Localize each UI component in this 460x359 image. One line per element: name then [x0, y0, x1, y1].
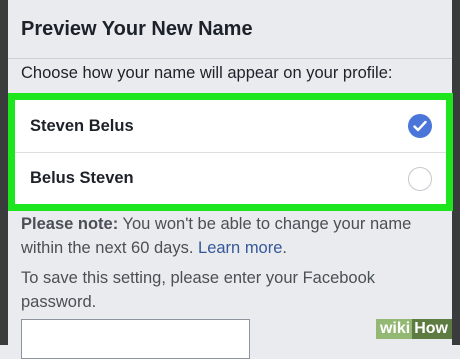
name-preview-panel: Preview Your New Name Choose how your na… [8, 0, 453, 359]
empty-radio-icon[interactable] [408, 166, 432, 191]
wikihow-watermark: wiki How [375, 319, 452, 339]
left-edge [0, 0, 8, 345]
name-change-note: Please note: You won't be able to change… [21, 212, 441, 260]
name-options-highlight: Steven Belus Belus Steven [8, 93, 453, 211]
watermark-how: How [412, 319, 452, 339]
learn-more-link[interactable]: Learn more [198, 239, 282, 257]
name-option-label: Belus Steven [30, 169, 134, 187]
name-option-steven-belus[interactable]: Steven Belus [15, 100, 446, 152]
password-field[interactable] [21, 319, 250, 359]
note-suffix: . [282, 239, 288, 257]
watermark-wiki: wiki [375, 319, 413, 339]
name-option-belus-steven[interactable]: Belus Steven [15, 152, 446, 204]
save-instructions: To save this setting, please enter your … [21, 269, 376, 311]
checkmark-radio-icon[interactable] [408, 114, 432, 138]
page-title: Preview Your New Name [21, 17, 253, 40]
name-prompt: Choose how your name will appear on your… [21, 64, 393, 82]
panel-header: Preview Your New Name [8, 0, 452, 59]
note-label: Please note: [21, 215, 119, 233]
right-edge [452, 0, 460, 345]
name-option-label: Steven Belus [30, 116, 134, 135]
